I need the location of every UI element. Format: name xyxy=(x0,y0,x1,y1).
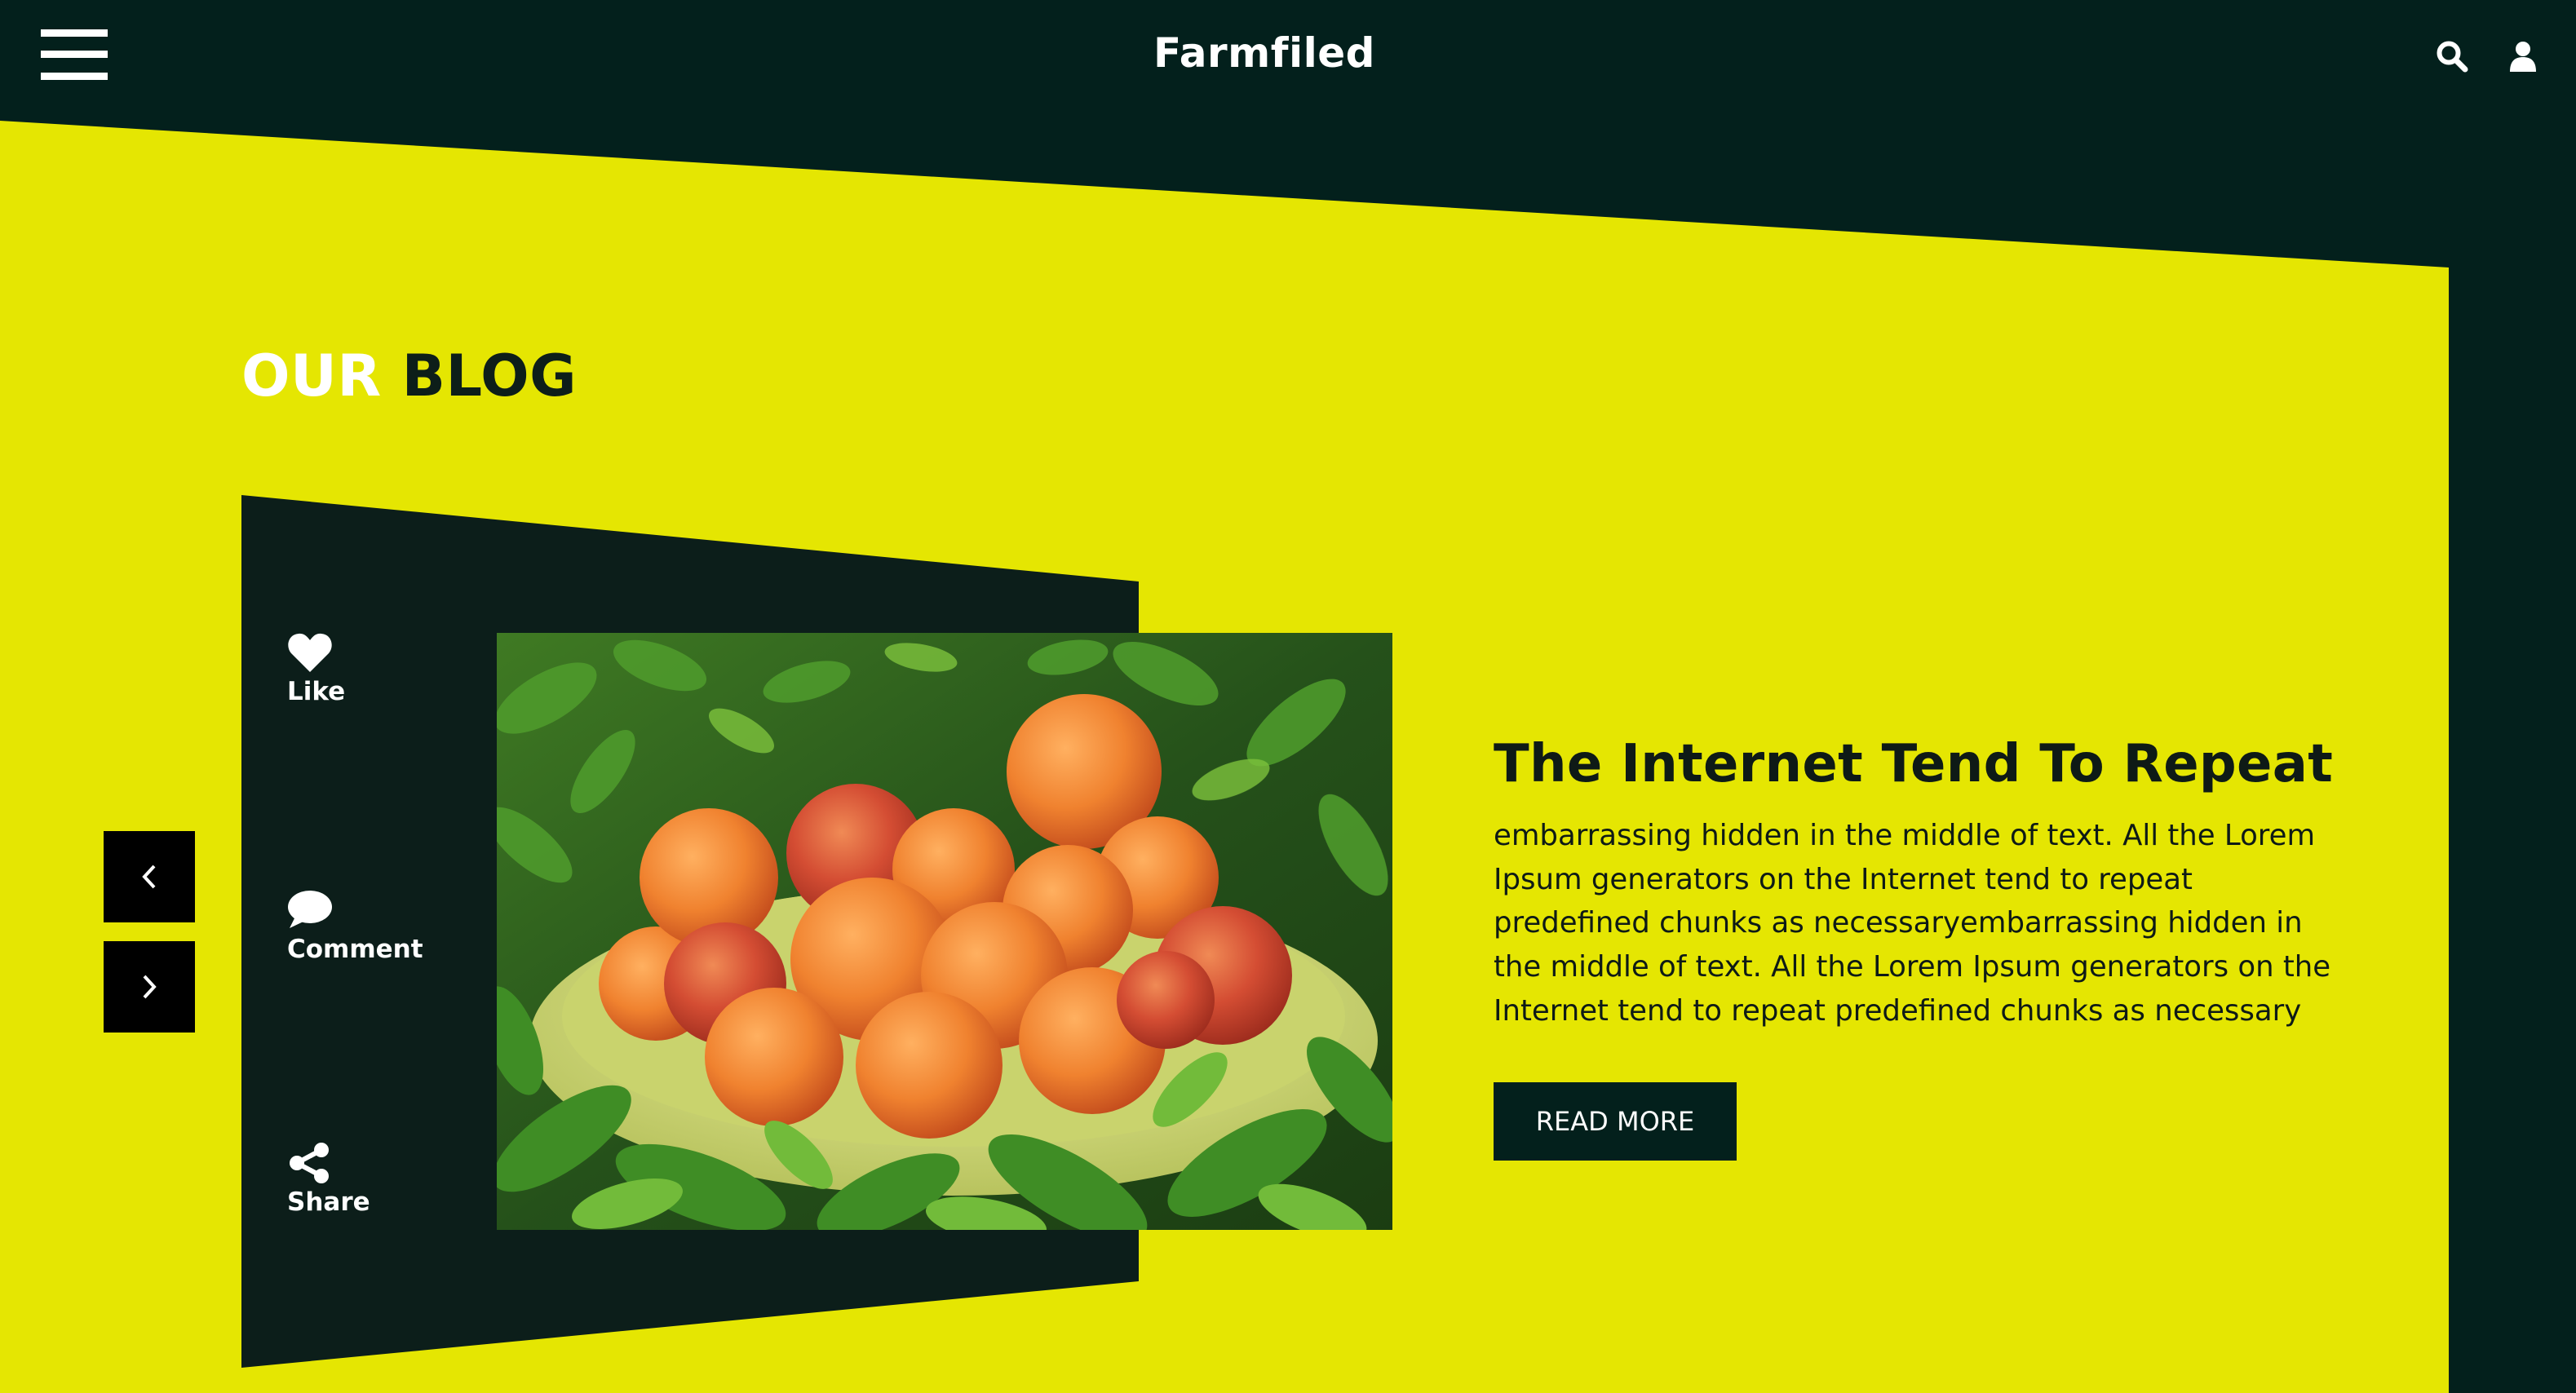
search-icon[interactable] xyxy=(2435,39,2469,73)
comment-action[interactable]: Comment xyxy=(287,889,423,964)
slider-next-button[interactable] xyxy=(104,941,195,1033)
hamburger-menu-icon[interactable] xyxy=(41,29,108,80)
share-icon xyxy=(290,1143,329,1183)
comment-label: Comment xyxy=(287,935,423,964)
post-excerpt-line: the middle of text. All the Lorem Ipsum … xyxy=(1494,950,2331,984)
share-label: Share xyxy=(287,1187,370,1217)
read-more-button[interactable]: READ MORE xyxy=(1494,1082,1737,1161)
like-label: Like xyxy=(287,677,346,706)
chevron-right-icon xyxy=(143,975,157,999)
brand-logo-text[interactable]: Farmfiled xyxy=(1101,29,1427,77)
post-excerpt: embarrassing hidden in the middle of tex… xyxy=(1494,814,2350,1033)
comment-icon xyxy=(288,891,332,928)
chevron-left-icon xyxy=(142,865,156,889)
post-excerpt-line: Ipsum generators on the Internet tend to… xyxy=(1494,862,2193,896)
user-icon[interactable] xyxy=(2506,39,2540,73)
post-title: The Internet Tend To Repeat xyxy=(1494,734,2334,794)
post-excerpt-line: predefined chunks as necessaryembarrassi… xyxy=(1494,906,2303,940)
like-action[interactable]: Like xyxy=(287,631,345,706)
section-title-our-blog: OUR BLOG xyxy=(241,343,578,409)
apricots-in-bowl-photo xyxy=(497,633,1392,1230)
slider-prev-button[interactable] xyxy=(104,831,195,922)
top-navigation-bar: Farmfiled xyxy=(0,0,2576,118)
share-action[interactable]: Share xyxy=(287,1142,370,1217)
heart-icon xyxy=(288,633,332,672)
post-excerpt-line: Internet tend to repeat predefined chunk… xyxy=(1494,993,2302,1028)
post-excerpt-line: embarrassing hidden in the middle of tex… xyxy=(1494,819,2316,852)
